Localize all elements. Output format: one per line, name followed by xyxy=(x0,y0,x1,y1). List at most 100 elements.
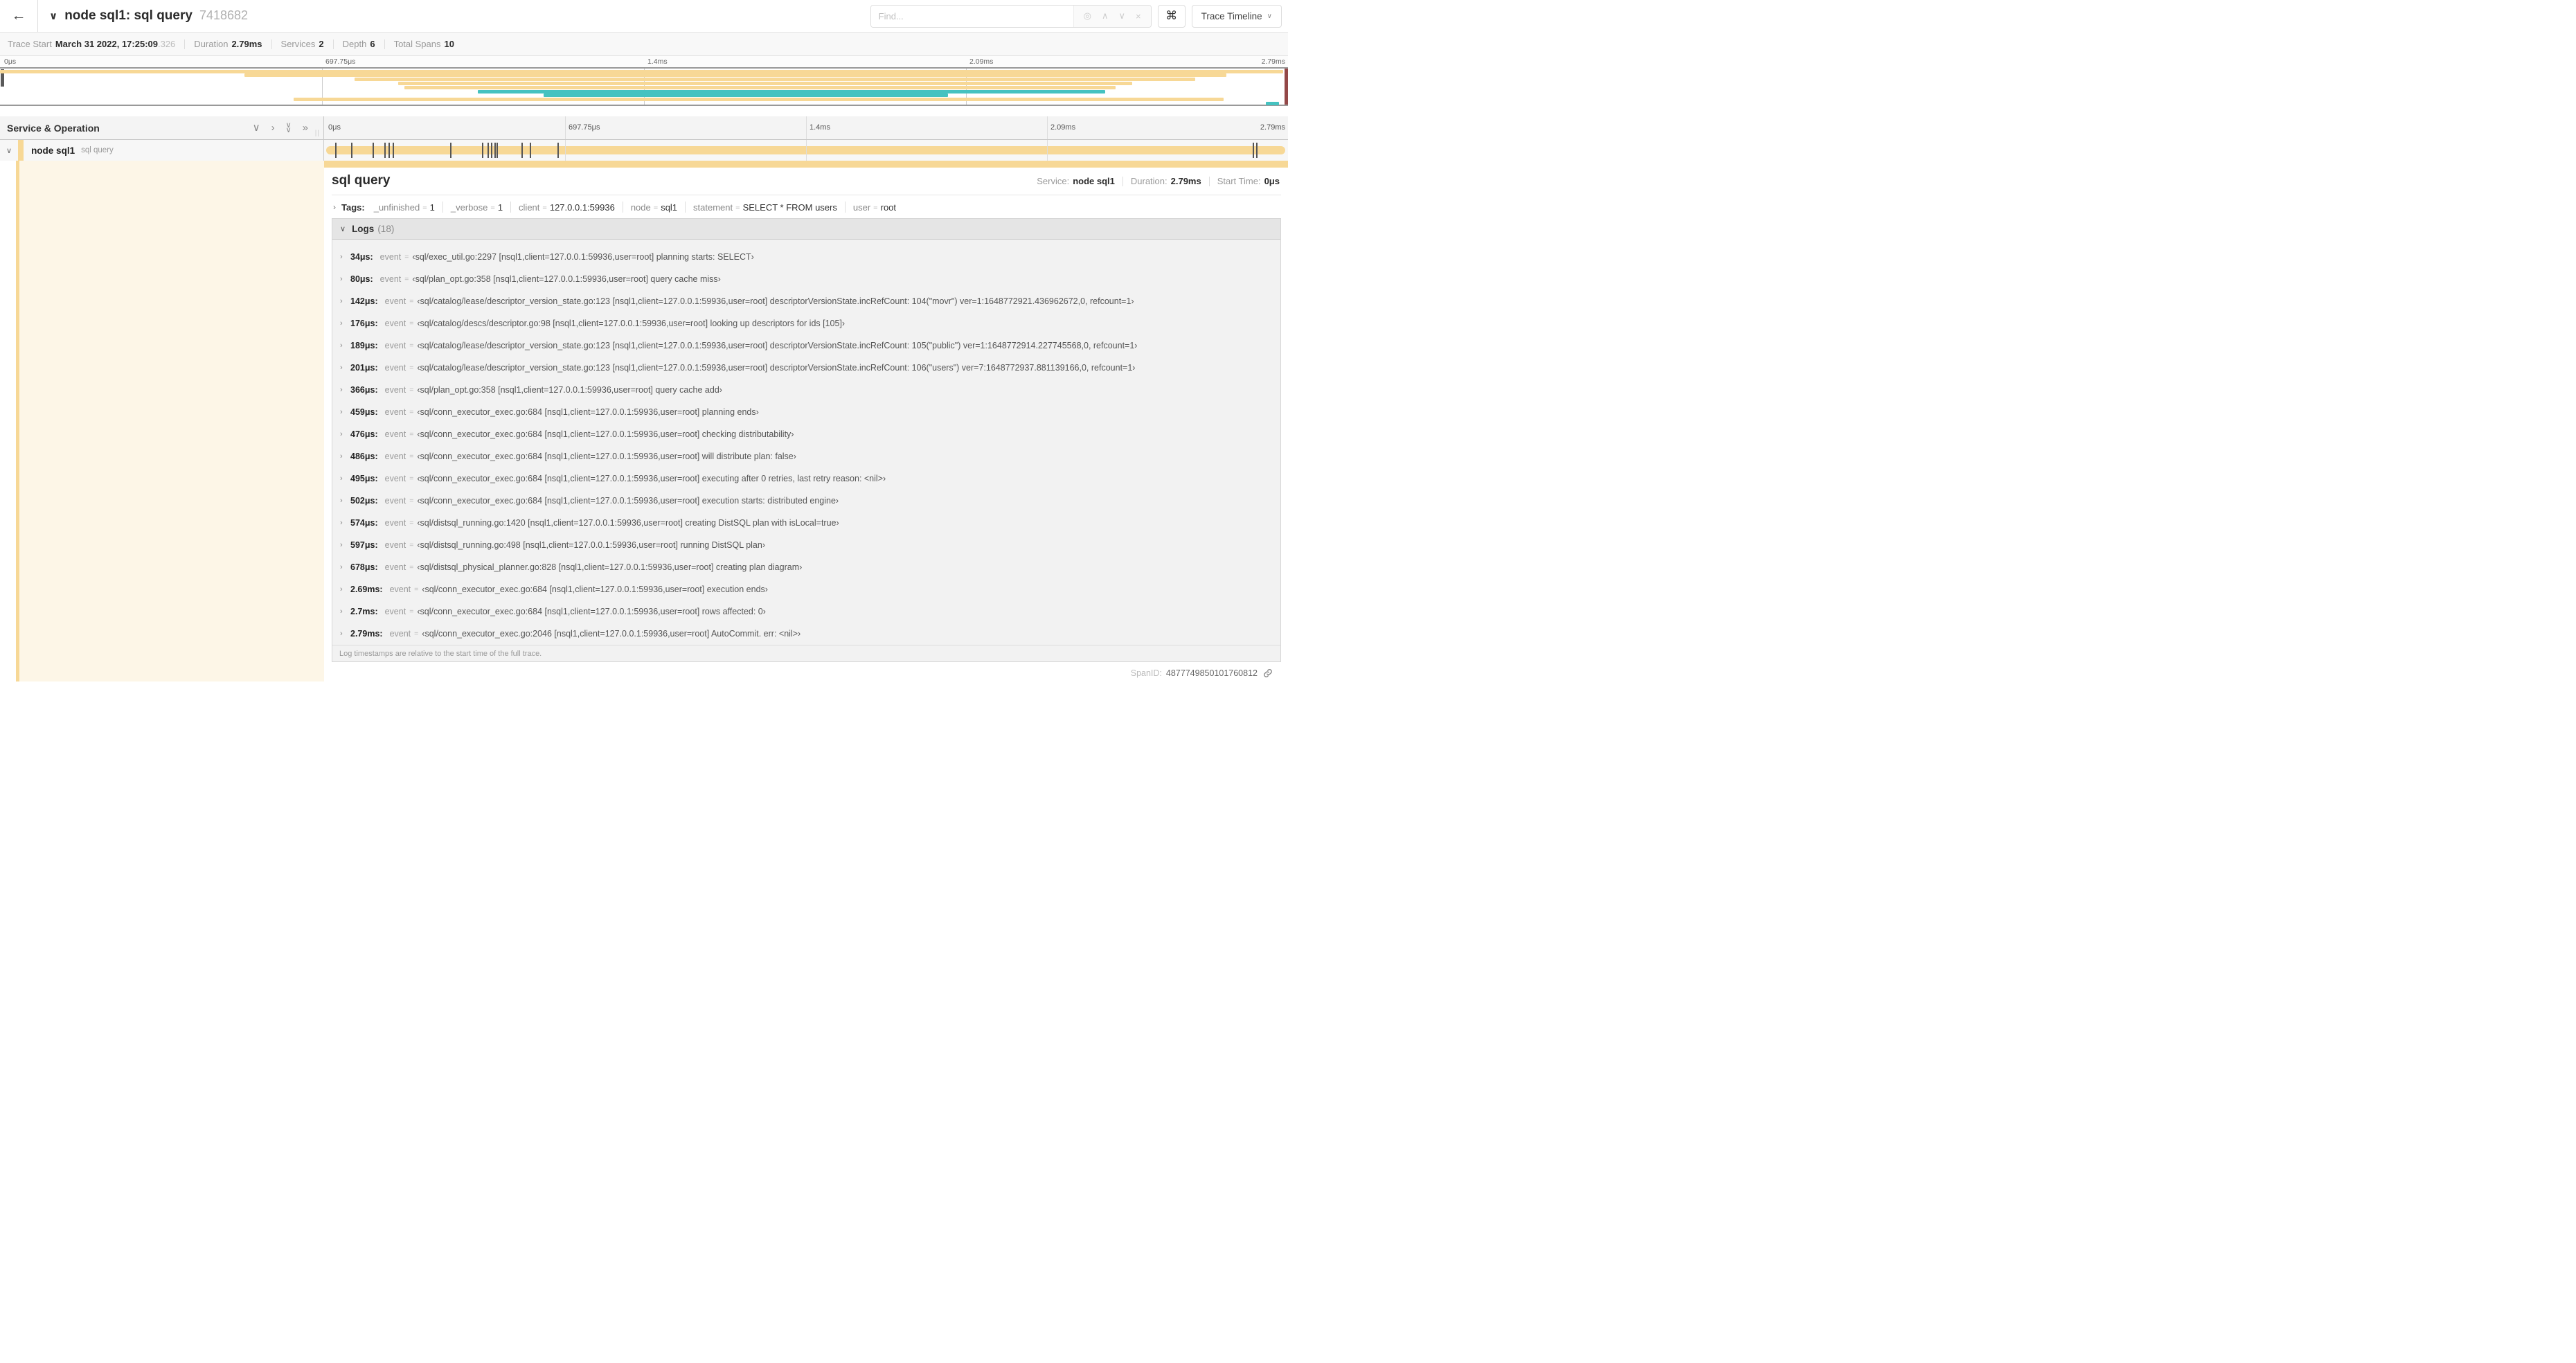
log-chevron-right-icon[interactable]: › xyxy=(340,319,350,328)
log-row[interactable]: › 34μs: event = ‹sql/exec_util.go:2297 [nsql… xyxy=(332,246,1280,268)
meta-divider xyxy=(1122,176,1123,186)
detail-card: sql query Service: node sql1 Duration: 2.79… xyxy=(324,168,1288,682)
log-chevron-right-icon[interactable]: › xyxy=(340,563,350,571)
log-chevron-right-icon[interactable]: › xyxy=(340,364,350,372)
find-input[interactable] xyxy=(870,5,1073,27)
chevron-down-icon[interactable]: ∨ xyxy=(253,123,260,133)
log-equals: = xyxy=(404,253,409,261)
tag-equals: = xyxy=(873,204,878,213)
tag-value: 127.0.0.1:59936 xyxy=(549,202,615,213)
log-row[interactable]: › 459μs: event = ‹sql/conn_executor_exec.go:… xyxy=(332,401,1280,423)
tag-item: _unfinished = 1 xyxy=(374,202,435,213)
log-row[interactable]: › 574μs: event = ‹sql/distsql_running.go:142… xyxy=(332,512,1280,534)
tag-divider xyxy=(844,202,846,213)
log-row[interactable]: › 678μs: event = ‹sql/distsql_physical_plann… xyxy=(332,556,1280,578)
service-operation-header: Service & Operation ∨ › ∨ ∨ » || xyxy=(0,116,324,139)
log-chevron-right-icon[interactable]: › xyxy=(340,341,350,350)
minimap-canvas[interactable] xyxy=(0,67,1288,106)
log-timestamp: 476μs: xyxy=(350,429,378,439)
minimap-span-bar xyxy=(244,73,1226,78)
log-chevron-right-icon[interactable]: › xyxy=(340,253,350,261)
tags-list: _unfinished = 1 _verbose = 1 client = 127.0.0.1:… xyxy=(374,202,896,213)
log-chevron-right-icon[interactable]: › xyxy=(340,630,350,638)
timeline-tick-label: 1.4ms xyxy=(647,57,668,66)
trace-summary-bar: Trace Start March 31 2022, 17:25:09.326 Du… xyxy=(0,33,1288,56)
log-chevron-right-icon[interactable]: › xyxy=(340,452,350,461)
log-chevron-right-icon[interactable]: › xyxy=(340,275,350,283)
double-chevron-right-icon[interactable]: » xyxy=(303,123,308,133)
log-equals: = xyxy=(409,386,414,394)
log-marker xyxy=(1256,143,1258,158)
locate-icon[interactable]: ◎ xyxy=(1084,10,1091,21)
span-bar-cell[interactable] xyxy=(324,140,1288,161)
log-row[interactable]: › 2.79ms: event = ‹sql/conn_executor_exec.go… xyxy=(332,623,1280,645)
minimap-span-bar xyxy=(404,85,1116,89)
log-value: ‹sql/conn_executor_exec.go:684 [nsql1,cl… xyxy=(417,429,794,439)
clear-find-icon[interactable]: × xyxy=(1136,11,1141,21)
detail-indent-column xyxy=(0,161,324,682)
log-row[interactable]: › 495μs: event = ‹sql/conn_executor_exec.go:… xyxy=(332,467,1280,490)
find-group: ◎ ∧ ∨ × xyxy=(870,4,1152,28)
title-chevron-down-icon[interactable]: ∨ xyxy=(49,10,57,22)
log-marker xyxy=(449,143,451,158)
log-field-key: event xyxy=(384,296,406,306)
log-row[interactable]: › 476μs: event = ‹sql/conn_executor_exec.go:… xyxy=(332,423,1280,445)
log-value: ‹sql/catalog/lease/descriptor_version_st… xyxy=(417,363,1136,373)
log-chevron-right-icon[interactable]: › xyxy=(340,386,350,394)
trace-id: 7418682 xyxy=(199,8,249,22)
log-chevron-right-icon[interactable]: › xyxy=(340,474,350,483)
prev-result-icon[interactable]: ∧ xyxy=(1102,10,1109,21)
minimap-right-scrubber[interactable] xyxy=(1285,69,1288,105)
log-row[interactable]: › 201μs: event = ‹sql/catalog/lease/descript… xyxy=(332,357,1280,379)
timeline-tick-label: 2.09ms xyxy=(1050,123,1076,132)
log-chevron-right-icon[interactable]: › xyxy=(340,497,350,505)
view-select-button[interactable]: Trace Timeline ∨ xyxy=(1191,4,1282,28)
summary-value: 2 xyxy=(319,39,324,49)
logs-footer-note: Log timestamps are relative to the start… xyxy=(332,645,1280,661)
span-name-cell[interactable]: ∨ node sql1 sql query xyxy=(0,140,324,161)
timeline-gridline xyxy=(806,140,807,161)
span-collapse-chevron-down-icon[interactable]: ∨ xyxy=(6,146,12,155)
next-result-icon[interactable]: ∨ xyxy=(1119,10,1126,21)
log-chevron-right-icon[interactable]: › xyxy=(340,430,350,438)
log-chevron-right-icon[interactable]: › xyxy=(340,607,350,616)
log-chevron-right-icon[interactable]: › xyxy=(340,585,350,594)
log-marker xyxy=(482,143,483,158)
log-chevron-right-icon[interactable]: › xyxy=(340,297,350,305)
keyboard-shortcuts-button[interactable]: ⌘ xyxy=(1157,4,1186,28)
logs-header[interactable]: ∨ Logs (18) xyxy=(332,219,1280,240)
log-row[interactable]: › 366μs: event = ‹sql/plan_opt.go:358 [nsql1… xyxy=(332,379,1280,401)
log-marker xyxy=(1253,143,1255,158)
double-chevron-down-icon[interactable]: ∨ ∨ xyxy=(286,121,292,134)
tag-divider xyxy=(510,202,512,213)
detail-accent-strip xyxy=(324,161,1288,168)
log-chevron-right-icon[interactable]: › xyxy=(340,541,350,549)
log-timestamp: 2.69ms: xyxy=(350,585,383,594)
log-row[interactable]: › 502μs: event = ‹sql/conn_executor_exec.go:… xyxy=(332,490,1280,512)
column-resizer-grip[interactable]: || xyxy=(315,130,320,137)
tag-value: sql1 xyxy=(661,202,678,213)
link-icon[interactable] xyxy=(1263,668,1273,678)
log-row[interactable]: › 2.7ms: event = ‹sql/conn_executor_exec.go:… xyxy=(332,600,1280,623)
timeline-tick-label: 2.79ms xyxy=(1261,57,1285,66)
log-marker xyxy=(393,143,395,158)
log-chevron-right-icon[interactable]: › xyxy=(340,408,350,416)
log-chevron-right-icon[interactable]: › xyxy=(340,519,350,527)
log-row[interactable]: › 189μs: event = ‹sql/catalog/lease/descript… xyxy=(332,335,1280,357)
timeline-gridline xyxy=(1047,116,1048,139)
tag-value: 1 xyxy=(429,202,435,213)
log-row[interactable]: › 597μs: event = ‹sql/distsql_running.go:498… xyxy=(332,534,1280,556)
log-row[interactable]: › 142μs: event = ‹sql/catalog/lease/descript… xyxy=(332,290,1280,312)
chevron-right-icon[interactable]: › xyxy=(271,123,275,133)
tag-equals: = xyxy=(653,204,659,213)
log-row[interactable]: › 486μs: event = ‹sql/conn_executor_exec.go:… xyxy=(332,445,1280,467)
log-row[interactable]: › 2.69ms: event = ‹sql/conn_executor_exec.go… xyxy=(332,578,1280,600)
tags-chevron-right-icon[interactable]: › xyxy=(333,202,336,212)
tags-row[interactable]: › Tags: _unfinished = 1 _verbose = 1 client = 12… xyxy=(332,195,1281,218)
log-row[interactable]: › 176μs: event = ‹sql/catalog/descs/descript… xyxy=(332,312,1280,335)
log-equals: = xyxy=(409,607,414,616)
back-button[interactable]: ← xyxy=(0,0,38,32)
log-field-key: event xyxy=(384,540,406,550)
log-row[interactable]: › 80μs: event = ‹sql/plan_opt.go:358 [nsql1,… xyxy=(332,268,1280,290)
log-marker xyxy=(488,143,490,158)
